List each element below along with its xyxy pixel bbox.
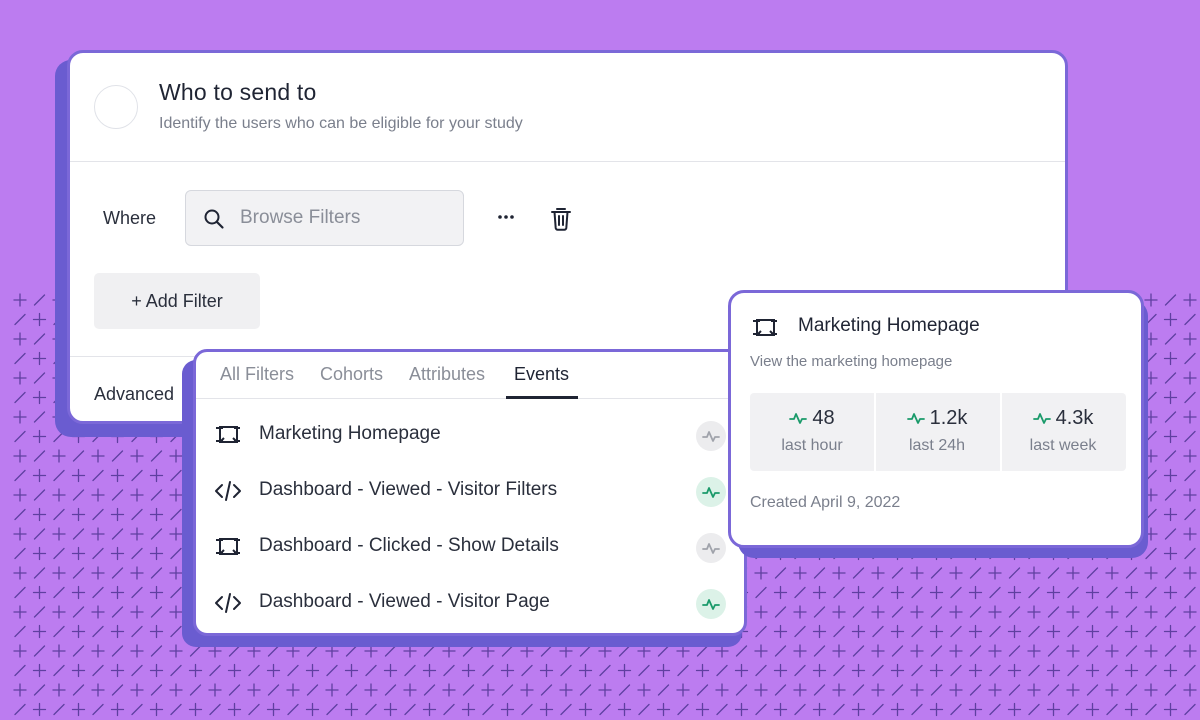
- activity-pulse-icon: [1032, 413, 1051, 424]
- filter-tabs: All Filters Cohorts Attributes Events: [196, 352, 744, 399]
- search-icon: [204, 209, 224, 229]
- event-stats: 48 last hour 1.2k last 24h 4.3k last wee…: [750, 393, 1126, 471]
- event-label: Dashboard - Viewed - Visitor Page: [259, 591, 550, 612]
- event-detail-card: Marketing Homepage View the marketing ho…: [728, 290, 1144, 548]
- event-list-item[interactable]: Dashboard - Viewed - Visitor Filters: [196, 464, 744, 520]
- filter-search-input[interactable]: [240, 191, 450, 245]
- event-label: Dashboard - Viewed - Visitor Filters: [259, 479, 558, 500]
- event-list-item[interactable]: Dashboard - Viewed - Visitor Page: [196, 576, 744, 632]
- stat-label: last 24h: [908, 437, 966, 454]
- active-tab-indicator: [506, 396, 578, 399]
- stat-last-24h: 1.2k last 24h: [874, 393, 998, 471]
- stat-label: last hour: [781, 437, 843, 454]
- event-detail-title: Marketing Homepage: [798, 315, 980, 336]
- stat-label: last week: [1029, 437, 1097, 454]
- activity-badge: [696, 421, 726, 451]
- stat-last-week: 4.3k last week: [1000, 393, 1124, 471]
- activity-pulse-icon: [702, 487, 720, 498]
- page-icon: [216, 538, 240, 555]
- stat-value: 1.2k: [929, 407, 968, 429]
- stat-value-row: 1.2k: [876, 407, 998, 430]
- event-list-item[interactable]: Marketing Homepage: [196, 408, 744, 464]
- code-icon: [215, 481, 241, 501]
- activity-badge: [696, 533, 726, 563]
- event-detail-description: View the marketing homepage: [750, 353, 953, 370]
- step-indicator: [94, 85, 138, 129]
- filter-panel: All Filters Cohorts Attributes Events Ma…: [193, 349, 747, 636]
- created-date: Created April 9, 2022: [750, 494, 901, 511]
- stat-value: 4.3k: [1055, 407, 1094, 429]
- delete-icon[interactable]: [550, 206, 572, 232]
- activity-pulse-icon: [789, 413, 808, 424]
- activity-pulse-icon: [702, 599, 720, 610]
- filter-search-box[interactable]: [185, 190, 464, 246]
- audience-title: Who to send to: [159, 79, 317, 105]
- event-label: Marketing Homepage: [259, 423, 441, 444]
- more-options-icon[interactable]: [495, 206, 517, 228]
- audience-subtitle: Identify the users who can be eligible f…: [159, 115, 523, 132]
- stat-last-hour: 48 last hour: [750, 393, 874, 471]
- event-list-item[interactable]: Dashboard - Clicked - Show Details: [196, 520, 744, 576]
- activity-badge: [696, 477, 726, 507]
- stat-value-row: 48: [750, 407, 874, 430]
- divider: [70, 161, 1065, 162]
- tab-events[interactable]: Events: [514, 364, 569, 385]
- code-icon: [215, 593, 241, 613]
- activity-pulse-icon: [702, 543, 720, 554]
- activity-badge: [696, 589, 726, 619]
- tab-all-filters[interactable]: All Filters: [220, 364, 294, 385]
- activity-pulse-icon: [702, 431, 720, 442]
- stat-value-row: 4.3k: [1002, 407, 1124, 430]
- add-filter-button[interactable]: + Add Filter: [94, 273, 260, 329]
- tab-cohorts[interactable]: Cohorts: [320, 364, 383, 385]
- page-icon: [216, 426, 240, 443]
- stat-value: 48: [812, 407, 835, 429]
- where-label: Where: [103, 208, 157, 228]
- tab-attributes[interactable]: Attributes: [409, 364, 485, 385]
- page-icon: [753, 319, 777, 336]
- advanced-toggle[interactable]: Advanced: [94, 384, 174, 405]
- event-label: Dashboard - Clicked - Show Details: [259, 535, 559, 556]
- activity-pulse-icon: [906, 413, 925, 424]
